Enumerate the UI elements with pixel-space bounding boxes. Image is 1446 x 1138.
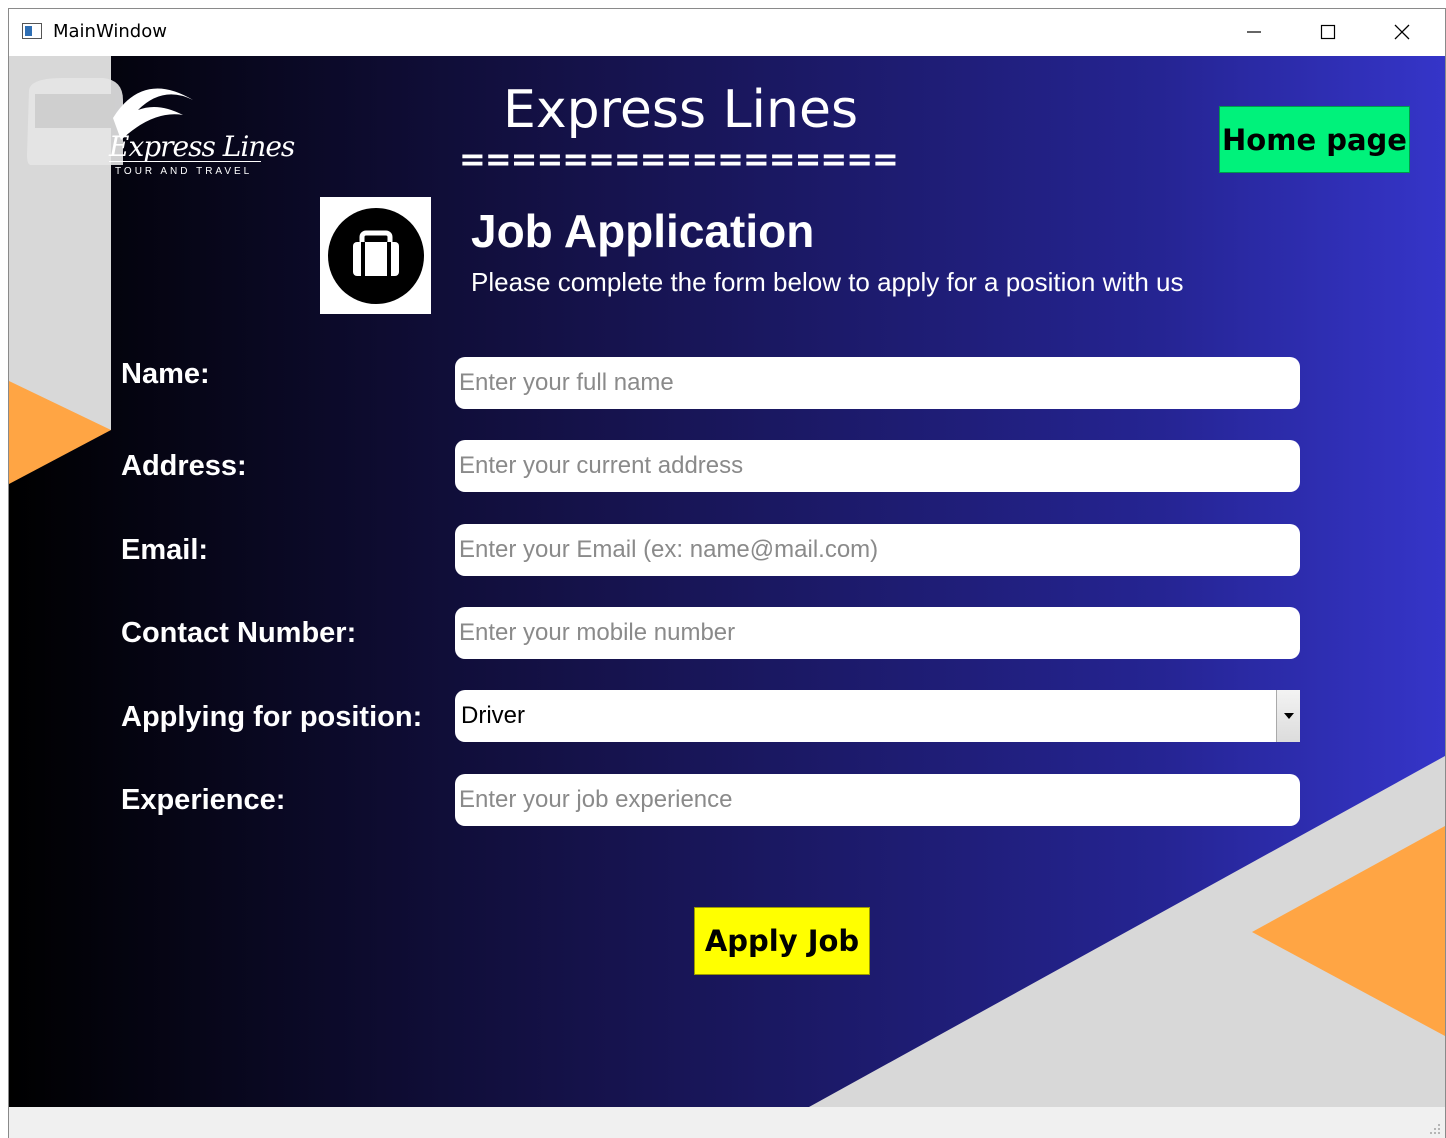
logo-tagline: TOUR AND TRAVEL [115,166,253,177]
app-window-icon [22,23,42,39]
close-icon [1394,24,1410,40]
maximize-icon [1320,24,1336,40]
address-label: Address: [121,450,247,482]
experience-label: Experience: [121,784,286,816]
position-selected-value: Driver [461,702,525,729]
address-input[interactable] [455,440,1300,492]
main-window: MainWindow Express Lines TOUR AND TRAVEL… [8,8,1446,1138]
chevron-down-icon [1283,713,1294,719]
name-label: Name: [121,358,210,390]
minimize-icon [1247,31,1261,33]
email-input[interactable] [455,524,1300,576]
status-bar [9,1107,1445,1138]
job-application-panel: Express Lines TOUR AND TRAVEL Express Li… [9,56,1445,1107]
page-subtitle: Please complete the form below to apply … [471,267,1184,297]
experience-input[interactable] [455,774,1300,826]
close-button[interactable] [1365,9,1439,55]
home-page-button[interactable]: Home page [1219,106,1410,173]
apply-job-button[interactable]: Apply Job [694,907,870,975]
maximize-button[interactable] [1291,9,1365,55]
logo-divider [109,161,261,162]
email-label: Email: [121,534,209,566]
job-icon-box [320,197,431,314]
resize-grip-icon[interactable] [1429,1123,1441,1135]
minimize-button[interactable] [1217,9,1291,55]
title-bar[interactable]: MainWindow [9,9,1445,55]
page-title: Job Application [471,205,815,257]
brand-underline: ================= [459,140,899,178]
window-title: MainWindow [53,21,167,42]
contact-number-input[interactable] [455,607,1300,659]
position-select[interactable]: Driver [455,690,1300,742]
logo-script-text: Express Lines [109,130,295,163]
brand-title: Express Lines [503,80,859,140]
name-input[interactable] [455,357,1300,409]
dropdown-arrow-button[interactable] [1276,690,1300,742]
contact-number-label: Contact Number: [121,617,357,649]
express-lines-logo: Express Lines TOUR AND TRAVEL [23,70,295,180]
bus-logo-icon [27,78,193,165]
briefcase-icon [327,207,424,304]
position-label: Applying for position: [121,701,423,733]
